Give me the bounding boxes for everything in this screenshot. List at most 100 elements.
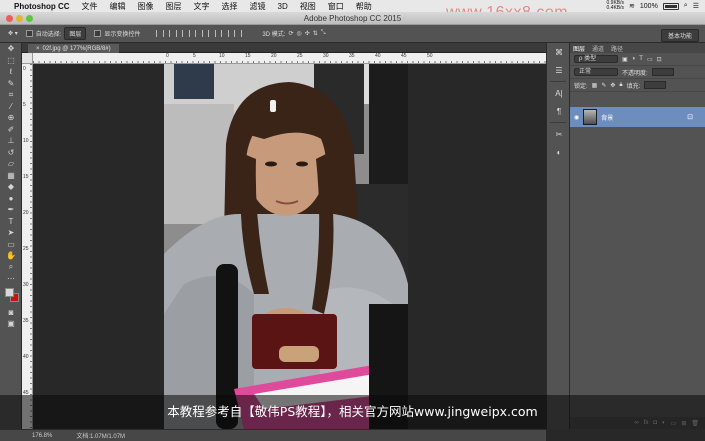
tab-layers[interactable]: 图层 <box>573 44 585 53</box>
options-bar: ✥ ▾ 自动选择: 图层 显示变换控件 3D 模式: ⟳ ◎ ✣ ⇅ ⤡ 基本功… <box>0 25 705 43</box>
auto-select-dropdown[interactable]: 图层 <box>64 27 87 40</box>
menu-help[interactable]: 帮助 <box>356 1 372 12</box>
align-top-icon[interactable] <box>156 30 165 37</box>
path-select-tool-icon[interactable]: ➤ <box>0 227 22 239</box>
layer-kind-filter[interactable]: ρ 类型 <box>574 55 618 63</box>
align-right-icon[interactable] <box>221 30 230 37</box>
ruler-origin[interactable] <box>22 53 33 64</box>
distribute-icon[interactable] <box>234 30 243 37</box>
opacity-field[interactable] <box>651 68 674 76</box>
menu-window[interactable]: 窗口 <box>328 1 344 12</box>
more-tools-icon[interactable]: ⋯ <box>0 273 22 285</box>
show-transform-option[interactable]: 显示变换控件 <box>94 29 140 38</box>
scale-3d-icon[interactable]: ⤡ <box>321 30 326 37</box>
battery-icon[interactable] <box>662 2 679 10</box>
menu-view[interactable]: 视图 <box>300 1 316 12</box>
menu-image[interactable]: 图像 <box>138 1 154 12</box>
filter-pixel-icon[interactable]: ▣ <box>622 56 628 63</box>
canvas-pasteboard[interactable] <box>33 64 546 429</box>
adjustments-panel-icon[interactable]: ◐ <box>547 143 571 161</box>
wifi-icon[interactable]: ≋ <box>629 2 635 10</box>
lock-transparent-icon[interactable]: ▦ <box>592 82 598 89</box>
screen-mode-icon[interactable]: ▣ <box>0 318 22 330</box>
menu-type[interactable]: 文字 <box>194 1 210 12</box>
ruler-v-label: 40 <box>23 354 29 360</box>
paragraph-panel-icon[interactable]: ¶ <box>547 102 571 120</box>
auto-select-option[interactable]: 自动选择: 图层 <box>25 27 87 40</box>
history-brush-tool-icon[interactable]: ↺ <box>0 147 22 159</box>
character-panel-icon[interactable]: A| <box>547 84 571 102</box>
menu-layer[interactable]: 图层 <box>166 1 182 12</box>
marquee-tool-icon[interactable]: ⬚ <box>0 55 22 67</box>
history-panel-icon[interactable]: ⌘ <box>547 43 571 61</box>
align-bottom-icon[interactable] <box>182 30 191 37</box>
align-middle-icon[interactable] <box>169 30 178 37</box>
align-left-icon[interactable] <box>195 30 204 37</box>
layer-row-background[interactable]: ◉ 背景 ⊡ <box>570 107 705 127</box>
quick-select-tool-icon[interactable]: ✎ <box>0 78 22 90</box>
roll-3d-icon[interactable]: ◎ <box>296 30 301 37</box>
menu-select[interactable]: 选择 <box>222 1 238 12</box>
layer-name[interactable]: 背景 <box>601 113 613 122</box>
fill-field[interactable] <box>644 81 667 89</box>
tab-paths[interactable]: 路径 <box>611 44 623 53</box>
ruler-h-label: 5 <box>193 53 196 59</box>
list-icon[interactable]: ☰ <box>693 2 699 10</box>
crop-tool-icon[interactable]: ⌗ <box>0 89 22 101</box>
blend-mode-dropdown[interactable]: 正常 <box>574 68 618 76</box>
clone-stamp-tool-icon[interactable]: ⊥ <box>0 135 22 147</box>
menu-edit[interactable]: 编辑 <box>110 1 126 12</box>
brush-tool-icon[interactable]: ✐ <box>0 124 22 136</box>
move-tool-preset[interactable]: ✥ ▾ <box>8 30 18 37</box>
show-transform-checkbox[interactable] <box>94 30 102 37</box>
tools-preset-icon[interactable]: ✂ <box>547 125 571 143</box>
ruler-v-label: 15 <box>23 174 29 180</box>
filter-shape-icon[interactable]: ▭ <box>647 56 653 63</box>
vertical-ruler[interactable]: 0 5 10 15 20 25 30 35 40 45 <box>22 64 33 429</box>
pen-tool-icon[interactable]: ✒ <box>0 204 22 216</box>
menu-3d[interactable]: 3D <box>278 2 288 11</box>
quick-mask-icon[interactable]: ◙ <box>0 307 22 319</box>
lock-move-icon[interactable]: ✥ <box>610 82 615 89</box>
move-tool-icon[interactable]: ✥ <box>0 43 22 55</box>
zoom-level[interactable]: 176.8% <box>32 433 52 439</box>
tools-panel: ✥ ⬚ ℓ ✎ ⌗ ⁄ ⊕ ✐ ⊥ ↺ ▱ ▦ ◆ ● ✒ T ➤ ▭ ✋ ⌕ … <box>0 43 22 429</box>
slide-3d-icon[interactable]: ⇅ <box>313 30 318 37</box>
lock-paint-icon[interactable]: ✎ <box>601 82 606 89</box>
lock-all-icon[interactable]: 🔒︎ <box>619 82 622 89</box>
properties-panel-icon[interactable]: ☰ <box>547 61 571 79</box>
rotate-3d-icon[interactable]: ⟳ <box>288 30 293 37</box>
blur-tool-icon[interactable]: ◆ <box>0 181 22 193</box>
search-icon[interactable]: ⌕ <box>684 2 688 10</box>
document-tab[interactable]: × 02f.jpg @ 177%(RGB/8#) <box>28 44 119 53</box>
drag-3d-icon[interactable]: ✣ <box>305 30 310 37</box>
document-tab-bar: × 02f.jpg @ 177%(RGB/8#) <box>22 43 546 53</box>
document-canvas[interactable] <box>164 64 408 429</box>
shape-tool-icon[interactable]: ▭ <box>0 239 22 251</box>
tab-channels[interactable]: 通道 <box>592 44 604 53</box>
filter-type-icon[interactable]: T <box>639 56 643 62</box>
align-center-icon[interactable] <box>208 30 217 37</box>
zoom-tool-icon[interactable]: ⌕ <box>0 262 22 274</box>
type-tool-icon[interactable]: T <box>0 216 22 228</box>
close-tab-icon[interactable]: × <box>36 46 40 52</box>
workspace-switcher[interactable]: 基本功能 <box>660 29 699 42</box>
visibility-eye-icon[interactable]: ◉ <box>574 114 579 121</box>
dodge-tool-icon[interactable]: ● <box>0 193 22 205</box>
filter-smart-icon[interactable]: ⊡ <box>657 56 662 63</box>
eraser-tool-icon[interactable]: ▱ <box>0 158 22 170</box>
foreground-color-swatch[interactable] <box>5 287 14 297</box>
document-size: 文档:1.07M/1.07M <box>76 434 126 440</box>
gradient-tool-icon[interactable]: ▦ <box>0 170 22 182</box>
hand-tool-icon[interactable]: ✋ <box>0 250 22 262</box>
eyedropper-tool-icon[interactable]: ⁄ <box>0 101 22 113</box>
app-menu[interactable]: Photoshop CC <box>14 2 70 11</box>
menu-file[interactable]: 文件 <box>82 1 98 12</box>
ruler-h-label: 45 <box>401 53 407 59</box>
healing-tool-icon[interactable]: ⊕ <box>0 112 22 124</box>
menu-filter[interactable]: 滤镜 <box>250 1 266 12</box>
lasso-tool-icon[interactable]: ℓ <box>0 66 22 78</box>
filter-adjust-icon[interactable]: ◑ <box>632 56 636 62</box>
horizontal-ruler[interactable]: 0 5 10 15 20 25 30 35 40 45 50 <box>33 53 546 64</box>
auto-select-checkbox[interactable] <box>25 30 33 37</box>
